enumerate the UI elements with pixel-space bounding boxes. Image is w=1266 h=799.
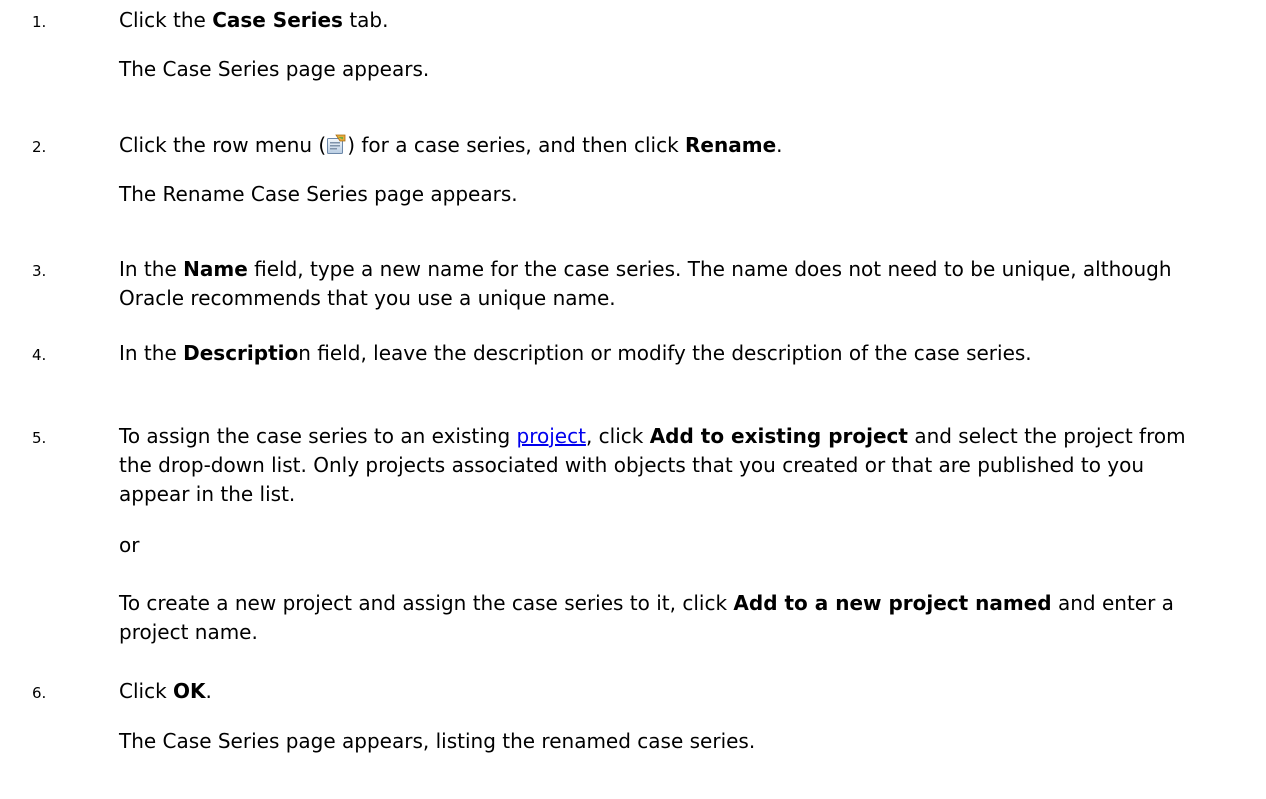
step-instruction: Click the row menu ( ) for a case series…	[119, 133, 783, 157]
step-instruction: Click the Case Series tab.	[119, 8, 389, 32]
step-result: The Case Series page appears.	[119, 57, 430, 81]
project-link[interactable]: project	[517, 424, 586, 448]
step-number: 5.	[32, 429, 47, 447]
step-number: 1.	[32, 13, 47, 31]
step-instruction: In the Description field, leave the desc…	[119, 341, 1032, 365]
step-result: The Rename Case Series page appears.	[119, 182, 518, 206]
step-number: 2.	[32, 138, 47, 156]
step-alternative-instruction: To create a new project and assign the c…	[119, 591, 1174, 644]
step-number: 3.	[32, 262, 47, 280]
ui-term-name: Name	[183, 257, 248, 281]
ui-term-add-existing-project: Add to existing project	[649, 424, 908, 448]
ui-term-rename: Rename	[685, 133, 777, 157]
ui-term-add-new-project: Add to a new project named	[733, 591, 1052, 615]
step-instruction: In the Name field, type a new name for t…	[119, 257, 1172, 310]
step-alternative-or: or	[119, 533, 140, 557]
step-result: The Case Series page appears, listing th…	[119, 729, 756, 753]
step-number: 6.	[32, 684, 47, 702]
step-instruction: Click OK.	[119, 679, 212, 703]
ui-term-case-series: Case Series	[212, 8, 343, 32]
step-instruction: To assign the case series to an existing…	[119, 424, 1186, 506]
ui-term-description: Descriptio	[183, 341, 299, 365]
row-menu-icon	[326, 134, 347, 155]
ui-term-ok: OK	[173, 679, 206, 703]
step-number: 4.	[32, 346, 47, 364]
